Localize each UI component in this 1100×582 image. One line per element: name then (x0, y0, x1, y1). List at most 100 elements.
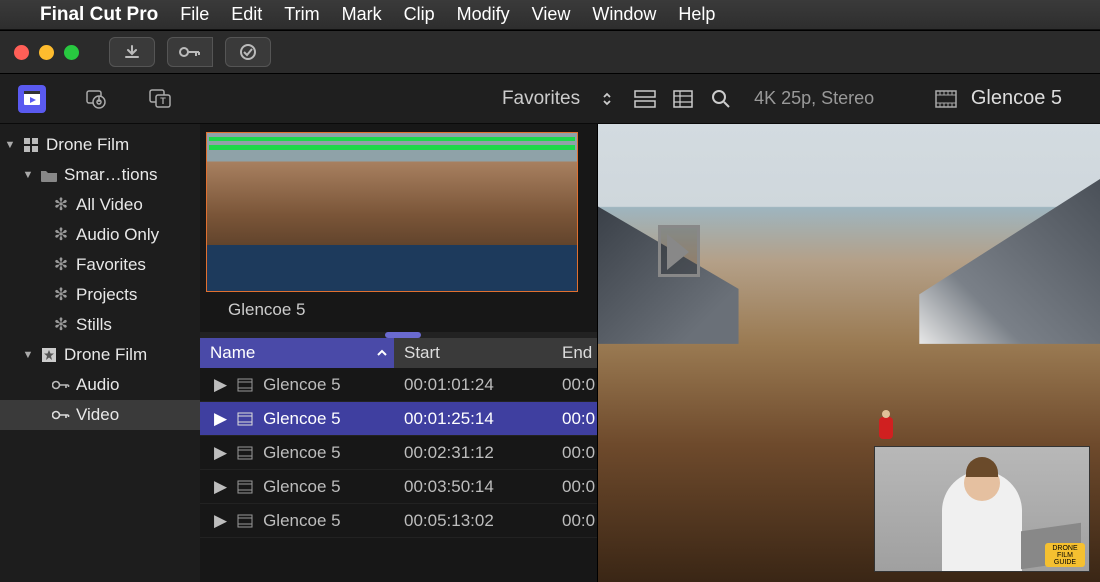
sidebar-item-label: Drone Film (46, 135, 129, 155)
filmstrip-clip-label: Glencoe 5 (206, 292, 591, 328)
clip-name: Glencoe 5 (263, 511, 341, 531)
gear-icon: ✻ (52, 316, 70, 334)
sidebar-item-label: Audio Only (76, 225, 159, 245)
clip-row[interactable]: ▶ Glencoe 5 00:02:31:12 00:0 (200, 436, 597, 470)
menu-edit[interactable]: Edit (231, 4, 262, 25)
column-name[interactable]: Name (200, 343, 394, 363)
import-button[interactable] (109, 37, 155, 67)
menu-mark[interactable]: Mark (342, 4, 382, 25)
menu-help[interactable]: Help (678, 4, 715, 25)
key-icon (52, 406, 70, 424)
next-edit-overlay-icon (658, 225, 700, 277)
sidebar-keyword-video[interactable]: Video (0, 400, 200, 430)
clip-name: Glencoe 5 (263, 477, 341, 497)
viewer-panel: DRONE FILM GUIDE (598, 124, 1100, 582)
sidebar-event-drone-film[interactable]: ▼ Drone Film (0, 340, 200, 370)
sort-chevron-up-icon (376, 348, 388, 358)
folder-icon (40, 166, 58, 184)
column-start[interactable]: Start (394, 338, 552, 368)
filmstrip-thumbnail[interactable] (206, 132, 578, 292)
clip-appearance-icon[interactable] (634, 88, 656, 110)
filmstrip-icon (935, 90, 957, 108)
titles-generators-tab-icon[interactable]: T (146, 85, 174, 113)
clip-end: 00:0 (552, 375, 597, 395)
clip-name: Glencoe 5 (263, 409, 341, 429)
svg-text:T: T (160, 96, 166, 106)
browser-scrollbar[interactable] (200, 332, 597, 338)
column-end[interactable]: End (552, 338, 597, 368)
clip-list: Name Start End ▶ Glencoe 5 00:01:01:24 0… (200, 338, 597, 582)
main-area: ▼ Drone Film ▼ Smar…tions ✻ All Video ✻ … (0, 124, 1100, 582)
disclosure-triangle-icon[interactable]: ▼ (22, 349, 34, 361)
window-minimize-button[interactable] (39, 45, 54, 60)
list-view-icon[interactable] (672, 88, 694, 110)
clip-row[interactable]: ▶ Glencoe 5 00:05:13:02 00:0 (200, 504, 597, 538)
clip-start: 00:02:31:12 (394, 443, 552, 463)
event-star-icon (40, 346, 58, 364)
sidebar-item-label: Stills (76, 315, 112, 335)
sidebar-item-label: Projects (76, 285, 137, 305)
menu-trim[interactable]: Trim (284, 4, 319, 25)
play-triangle-icon[interactable]: ▶ (214, 409, 227, 429)
gear-icon: ✻ (52, 226, 70, 244)
clip-start: 00:05:13:02 (394, 511, 552, 531)
window-close-button[interactable] (14, 45, 29, 60)
clip-icon (237, 514, 253, 528)
clip-start: 00:01:25:14 (394, 409, 552, 429)
menu-modify[interactable]: Modify (457, 4, 510, 25)
filter-popup-label[interactable]: Favorites (502, 88, 580, 110)
gear-icon: ✻ (52, 256, 70, 274)
disclosure-triangle-icon[interactable]: ▼ (4, 139, 16, 151)
double-chevron-icon[interactable] (596, 88, 618, 110)
macos-menubar: Final Cut Pro File Edit Trim Mark Clip M… (0, 0, 1100, 30)
column-name-label: Name (210, 343, 255, 363)
photos-audio-tab-icon[interactable] (82, 85, 110, 113)
sidebar-smart-audio-only[interactable]: ✻ Audio Only (0, 220, 200, 250)
sidebar-smart-all-video[interactable]: ✻ All Video (0, 190, 200, 220)
window-toolbar (0, 30, 1100, 74)
clip-end: 00:0 (552, 511, 597, 531)
sidebar-keyword-audio[interactable]: Audio (0, 370, 200, 400)
menu-view[interactable]: View (532, 4, 571, 25)
viewer-clip-name: Glencoe 5 (971, 87, 1062, 110)
background-tasks-button[interactable] (225, 37, 271, 67)
sidebar-library-drone-film[interactable]: ▼ Drone Film (0, 130, 200, 160)
sidebar-smart-stills[interactable]: ✻ Stills (0, 310, 200, 340)
play-triangle-icon[interactable]: ▶ (214, 375, 227, 395)
clip-row[interactable]: ▶ Glencoe 5 00:01:01:24 00:0 (200, 368, 597, 402)
clip-row[interactable]: ▶ Glencoe 5 00:03:50:14 00:0 (200, 470, 597, 504)
clip-row[interactable]: ▶ Glencoe 5 00:01:25:14 00:0 (200, 402, 597, 436)
window-zoom-button[interactable] (64, 45, 79, 60)
sidebar-item-label: Drone Film (64, 345, 147, 365)
app-toolbar: T Favorites 4K 25p, Stereo Glencoe 5 (0, 74, 1100, 124)
window-traffic-lights (14, 45, 79, 60)
clip-start: 00:01:01:24 (394, 375, 552, 395)
library-tab-icon[interactable] (18, 85, 46, 113)
library-sidebar: ▼ Drone Film ▼ Smar…tions ✻ All Video ✻ … (0, 124, 200, 582)
clip-list-header: Name Start End (200, 338, 597, 368)
column-end-label: End (562, 343, 592, 363)
play-triangle-icon[interactable]: ▶ (214, 511, 227, 531)
pip-badge: DRONE FILM GUIDE (1045, 543, 1085, 567)
disclosure-triangle-icon[interactable]: ▼ (22, 169, 34, 181)
sidebar-item-label: Smar…tions (64, 165, 158, 185)
column-start-label: Start (404, 343, 440, 363)
viewer-image[interactable]: DRONE FILM GUIDE (598, 124, 1100, 582)
app-name[interactable]: Final Cut Pro (40, 4, 158, 26)
clip-icon (237, 446, 253, 460)
search-icon[interactable] (710, 88, 732, 110)
sidebar-smart-favorites[interactable]: ✻ Favorites (0, 250, 200, 280)
clip-name: Glencoe 5 (263, 375, 341, 395)
play-triangle-icon[interactable]: ▶ (214, 443, 227, 463)
clip-browser: Glencoe 5 Name Start End ▶ Glencoe 5 (200, 124, 598, 582)
viewer-format-label: 4K 25p, Stereo (754, 88, 874, 109)
sidebar-item-label: Video (76, 405, 119, 425)
keyword-editor-button[interactable] (167, 37, 213, 67)
menu-window[interactable]: Window (592, 4, 656, 25)
gear-icon: ✻ (52, 196, 70, 214)
sidebar-smart-projects[interactable]: ✻ Projects (0, 280, 200, 310)
sidebar-folder-smart[interactable]: ▼ Smar…tions (0, 160, 200, 190)
play-triangle-icon[interactable]: ▶ (214, 477, 227, 497)
menu-clip[interactable]: Clip (404, 4, 435, 25)
menu-file[interactable]: File (180, 4, 209, 25)
